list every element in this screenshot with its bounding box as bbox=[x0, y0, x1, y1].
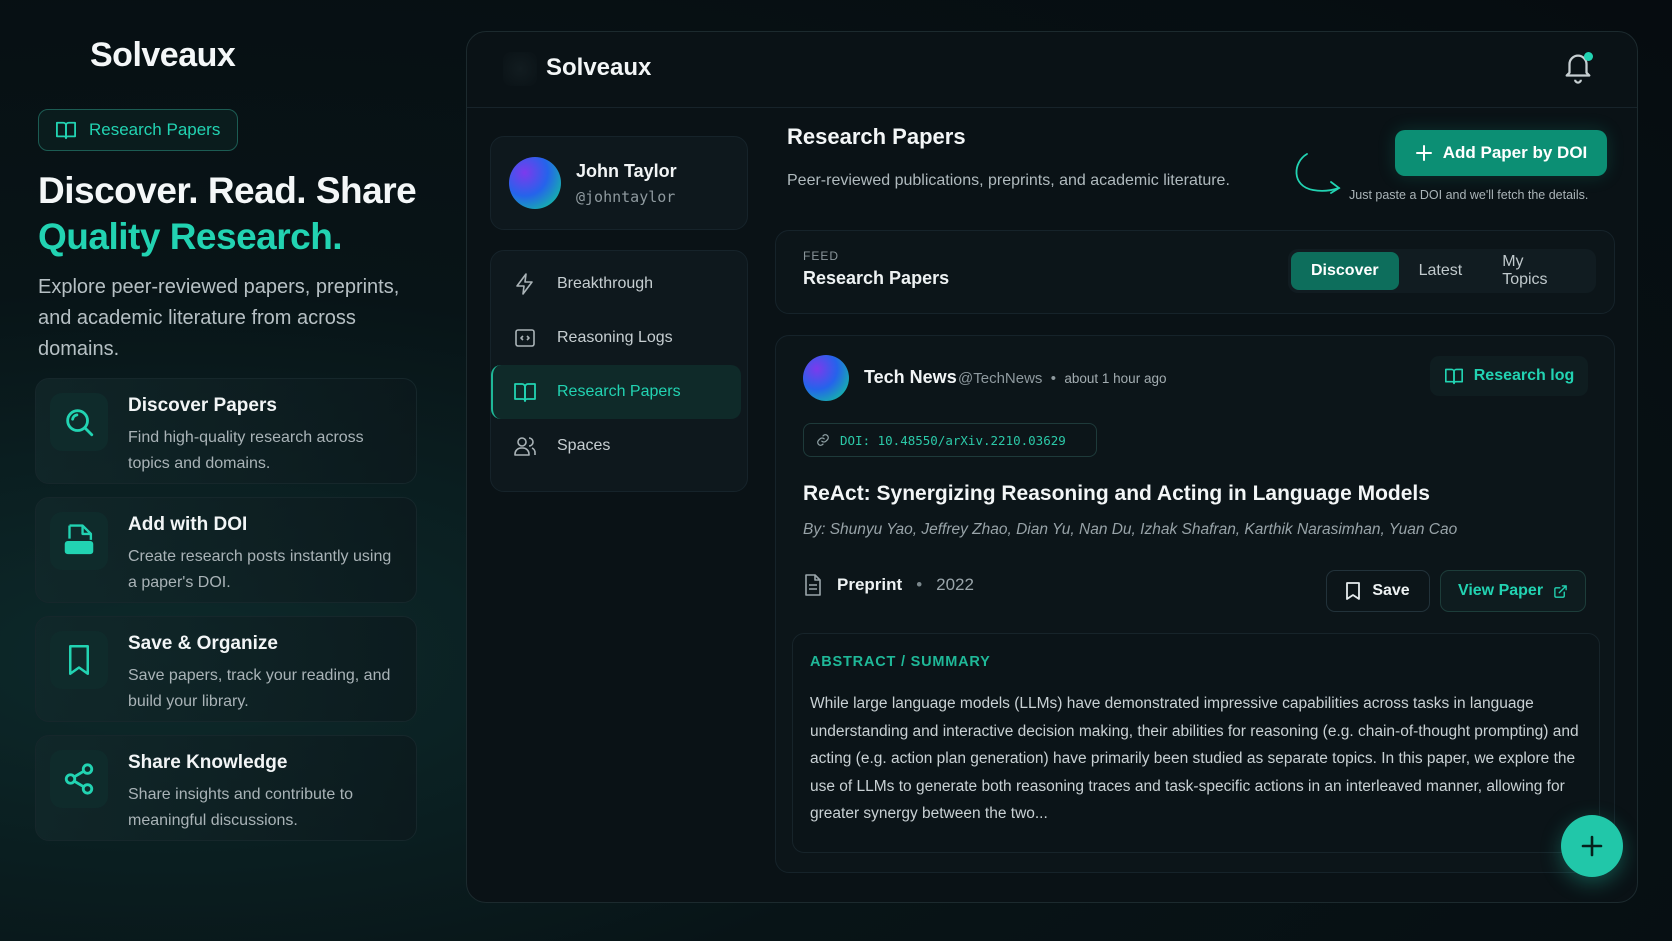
notification-dot bbox=[1584, 52, 1593, 61]
profile-name: John Taylor bbox=[576, 161, 677, 181]
brand-logo-text: Solveaux bbox=[90, 36, 236, 74]
marketing-panel: Solveaux Research Papers Discover. Read.… bbox=[0, 0, 440, 941]
hero-line-1: Discover. Read. Share bbox=[38, 170, 417, 211]
bookmark-icon bbox=[1346, 582, 1361, 600]
hero-lead: Explore peer-reviewed papers, preprints,… bbox=[38, 276, 400, 360]
hero-line-2: Quality Research. bbox=[38, 216, 343, 257]
view-paper-button[interactable]: View Paper bbox=[1440, 570, 1586, 612]
feature-desc: Save papers, track your reading, and bui… bbox=[128, 667, 391, 710]
post-author[interactable]: Tech News bbox=[864, 367, 957, 388]
app-logo-icon[interactable] bbox=[503, 52, 537, 86]
page-subtitle: Peer-reviewed publications, preprints, a… bbox=[787, 172, 1230, 189]
doi-file-icon: DOI bbox=[50, 512, 108, 570]
sidebar-item-label: Reasoning Logs bbox=[557, 329, 673, 346]
sidebar-item-breakthrough[interactable]: Breakthrough bbox=[491, 257, 747, 311]
doi-text: DOI: 10.48550/arXiv.2210.03629 bbox=[840, 432, 1066, 448]
view-paper-label: View Paper bbox=[1457, 582, 1544, 599]
tab-latest[interactable]: Latest bbox=[1399, 252, 1483, 290]
feed-tabs: Discover Latest My Topics bbox=[1288, 249, 1596, 293]
type-separator: • bbox=[916, 575, 923, 594]
research-log-label: Research log bbox=[1473, 367, 1575, 384]
feature-title: Add with DOI bbox=[128, 514, 248, 535]
add-paper-label: Add Paper by DOI bbox=[1442, 143, 1588, 162]
hero-heading: Discover. Read. Share Quality Research. bbox=[38, 168, 417, 260]
avatar bbox=[509, 157, 561, 209]
meta-separator: • bbox=[1050, 370, 1057, 387]
sidebar-item-spaces[interactable]: Spaces bbox=[491, 419, 747, 473]
post-meta: @TechNews • about 1 hour ago bbox=[958, 370, 1166, 387]
document-icon bbox=[805, 574, 821, 596]
paper-title[interactable]: ReAct: Synergizing Reasoning and Acting … bbox=[803, 482, 1430, 506]
feed-title: Research Papers bbox=[803, 268, 950, 288]
book-icon bbox=[1444, 368, 1463, 385]
bookmark-icon bbox=[50, 631, 108, 689]
abstract-box: ABSTRACT / SUMMARY While large language … bbox=[792, 633, 1600, 853]
paper-authors: By: Shunyu Yao, Jeffrey Zhao, Dian Yu, N… bbox=[803, 521, 1458, 538]
tab-my-topics[interactable]: My Topics bbox=[1482, 252, 1593, 290]
svg-text:DOI: DOI bbox=[69, 544, 90, 555]
feature-title: Share Knowledge bbox=[128, 752, 288, 773]
add-paper-by-doi-button[interactable]: Add Paper by DOI bbox=[1395, 130, 1607, 176]
app-brand[interactable]: Solveaux bbox=[546, 54, 651, 82]
book-icon bbox=[514, 383, 536, 402]
link-icon bbox=[817, 434, 829, 446]
feature-desc: Share insights and contribute to meaning… bbox=[128, 786, 354, 829]
post-time: about 1 hour ago bbox=[1064, 371, 1167, 386]
new-post-fab[interactable] bbox=[1561, 815, 1623, 877]
share-icon bbox=[50, 750, 108, 808]
feature-title: Discover Papers bbox=[128, 395, 277, 416]
sidebar-item-label: Research Papers bbox=[557, 383, 681, 400]
pill-label: Research Papers bbox=[89, 120, 221, 139]
users-icon bbox=[514, 437, 536, 456]
save-button[interactable]: Save bbox=[1326, 570, 1430, 612]
doi-hint: Just paste a DOI and we'll fetch the det… bbox=[1349, 188, 1589, 202]
sidebar-item-research-papers[interactable]: Research Papers bbox=[491, 365, 741, 419]
code-icon bbox=[515, 329, 535, 347]
book-icon bbox=[56, 121, 76, 140]
paper-post-card: Tech News @TechNews • about 1 hour ago R… bbox=[775, 335, 1615, 873]
sidebar-item-label: Spaces bbox=[557, 437, 611, 454]
feed-header: FEED Research Papers Discover Latest My … bbox=[775, 230, 1615, 314]
feature-card-save: Save & Organize Save papers, track your … bbox=[35, 616, 417, 722]
tab-discover[interactable]: Discover bbox=[1291, 252, 1399, 290]
plus-icon bbox=[1415, 145, 1432, 161]
doi-chip[interactable]: DOI: 10.48550/arXiv.2210.03629 bbox=[803, 423, 1097, 457]
notification-bell-icon[interactable] bbox=[1561, 50, 1597, 86]
sidebar-nav: Breakthrough Reasoning Logs Research Pap… bbox=[490, 250, 748, 492]
feature-card-share: Share Knowledge Share insights and contr… bbox=[35, 735, 417, 841]
research-log-badge[interactable]: Research log bbox=[1430, 356, 1588, 396]
paper-type-row: Preprint • 2022 bbox=[803, 574, 974, 596]
feature-card-discover: Discover Papers Find high-quality resear… bbox=[35, 378, 417, 484]
feature-desc: Create research posts instantly using a … bbox=[128, 548, 392, 591]
search-icon bbox=[50, 393, 108, 451]
lightning-icon bbox=[516, 273, 533, 295]
external-link-icon bbox=[1554, 584, 1567, 598]
app-window: Solveaux John Taylor @johntaylor Breakth… bbox=[466, 31, 1638, 903]
sidebar-item-reasoning-logs[interactable]: Reasoning Logs bbox=[491, 311, 747, 365]
page-title: Research Papers bbox=[787, 124, 966, 149]
research-papers-pill: Research Papers bbox=[38, 109, 238, 151]
feed-label: FEED bbox=[803, 249, 840, 263]
profile-card[interactable]: John Taylor @johntaylor bbox=[490, 136, 748, 230]
save-label: Save bbox=[1372, 582, 1410, 599]
author-avatar[interactable] bbox=[803, 355, 849, 401]
feature-title: Save & Organize bbox=[128, 633, 278, 654]
curved-arrow-icon bbox=[1295, 153, 1341, 194]
post-handle: @TechNews bbox=[958, 370, 1043, 387]
top-bar: Solveaux bbox=[467, 32, 1637, 108]
plus-icon bbox=[1581, 835, 1603, 857]
paper-type: Preprint bbox=[837, 575, 903, 594]
feature-desc: Find high-quality research across topics… bbox=[128, 429, 364, 472]
profile-handle: @johntaylor bbox=[576, 188, 676, 206]
abstract-heading: ABSTRACT / SUMMARY bbox=[810, 654, 991, 670]
sidebar-item-label: Breakthrough bbox=[557, 275, 654, 292]
paper-year: 2022 bbox=[936, 575, 974, 594]
feature-card-doi: DOI Add with DOI Create research posts i… bbox=[35, 497, 417, 603]
abstract-text: While large language models (LLMs) have … bbox=[810, 695, 1579, 822]
